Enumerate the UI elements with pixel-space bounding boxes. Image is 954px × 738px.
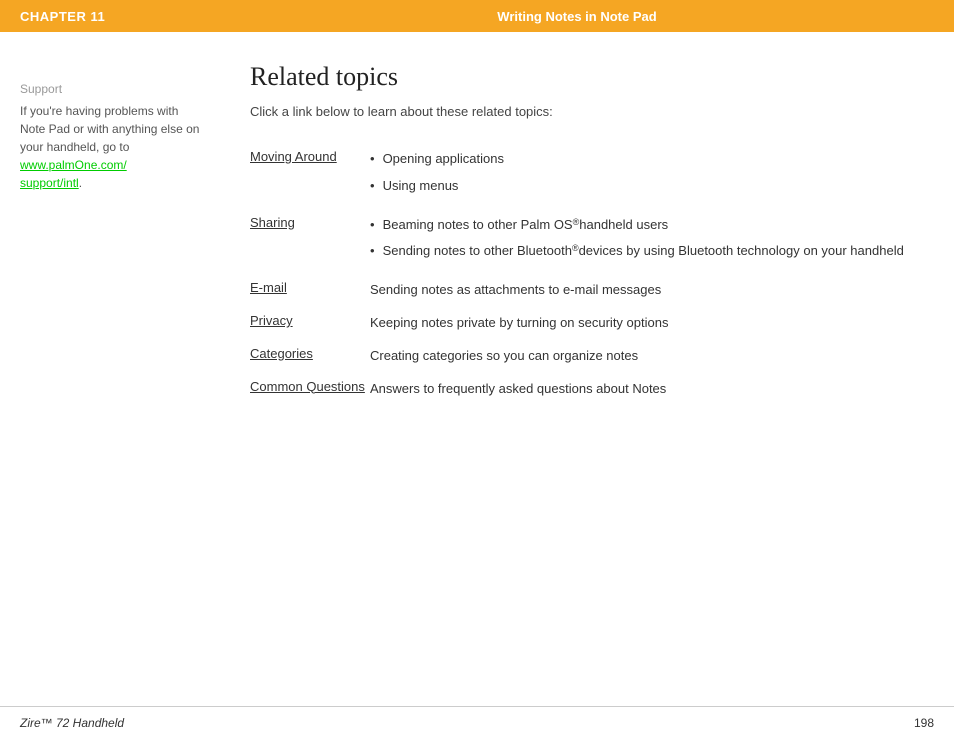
chapter-title: Writing Notes in Note Pad xyxy=(220,9,934,24)
privacy-link[interactable]: Privacy xyxy=(250,313,293,328)
moving-around-link[interactable]: Moving Around xyxy=(250,149,337,164)
content-wrapper: Support If you're having problems with N… xyxy=(0,32,954,706)
table-row: Privacy Keeping notes private by turning… xyxy=(250,307,934,340)
footer: Zire™ 72 Handheld 198 xyxy=(0,706,954,738)
topic-link-cell: Categories xyxy=(250,340,370,373)
topic-desc-cell: Answers to frequently asked questions ab… xyxy=(370,373,934,406)
chapter-label: CHAPTER 11 xyxy=(20,9,220,24)
topic-desc-cell: Keeping notes private by turning on secu… xyxy=(370,307,934,340)
table-row: Categories Creating categories so you ca… xyxy=(250,340,934,373)
main-content: Related topics Click a link below to lea… xyxy=(220,62,934,696)
support-text: If you're having problems with Note Pad … xyxy=(20,102,200,192)
page-intro: Click a link below to learn about these … xyxy=(250,104,934,119)
support-text-content: If you're having problems with Note Pad … xyxy=(20,104,199,154)
sharing-link[interactable]: Sharing xyxy=(250,215,295,230)
header-bar: CHAPTER 11 Writing Notes in Note Pad xyxy=(0,0,954,32)
support-label: Support xyxy=(20,82,200,96)
bullet-item: Sending notes to other Bluetooth® device… xyxy=(370,241,934,262)
topic-desc-cell: Creating categories so you can organize … xyxy=(370,340,934,373)
topic-desc-cell: Opening applications Using menus xyxy=(370,143,934,209)
table-row: Moving Around Opening applications Using… xyxy=(250,143,934,209)
table-row: Common Questions Answers to frequently a… xyxy=(250,373,934,406)
footer-brand: Zire™ 72 Handheld xyxy=(20,716,124,730)
table-row: Sharing Beaming notes to other Palm OS® … xyxy=(250,209,934,275)
email-link[interactable]: E-mail xyxy=(250,280,287,295)
topic-link-cell: Privacy xyxy=(250,307,370,340)
topic-desc-cell: Beaming notes to other Palm OS® handheld… xyxy=(370,209,934,275)
topic-link-cell: E-mail xyxy=(250,274,370,307)
categories-link[interactable]: Categories xyxy=(250,346,313,361)
topics-table: Moving Around Opening applications Using… xyxy=(250,143,934,405)
table-row: E-mail Sending notes as attachments to e… xyxy=(250,274,934,307)
superscript: ® xyxy=(572,241,579,255)
bullet-item: Using menus xyxy=(370,176,934,197)
topic-desc-cell: Sending notes as attachments to e-mail m… xyxy=(370,274,934,307)
superscript: ® xyxy=(573,215,580,229)
common-questions-link[interactable]: Common Questions xyxy=(250,379,365,394)
page-title: Related topics xyxy=(250,62,934,92)
footer-page-number: 198 xyxy=(914,716,934,730)
bullet-item: Beaming notes to other Palm OS® handheld… xyxy=(370,215,934,236)
brand-name: Zire™ 72 Handheld xyxy=(20,716,124,730)
sidebar: Support If you're having problems with N… xyxy=(20,62,220,696)
support-link[interactable]: www.palmOne.com/support/intl xyxy=(20,158,127,190)
topic-link-cell: Common Questions xyxy=(250,373,370,406)
topic-link-cell: Sharing xyxy=(250,209,370,275)
bullet-item: Opening applications xyxy=(370,149,934,170)
topic-link-cell: Moving Around xyxy=(250,143,370,209)
